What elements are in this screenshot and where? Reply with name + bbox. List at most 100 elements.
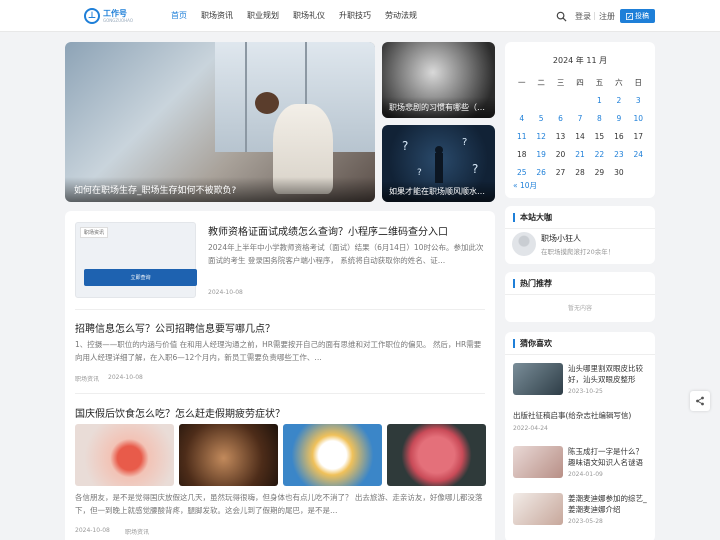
calendar-weekday: 一 bbox=[517, 78, 526, 87]
calendar-day[interactable]: 23 bbox=[609, 146, 628, 164]
nav-item-news[interactable]: 职场资讯 bbox=[194, 0, 240, 32]
calendar-empty-cell bbox=[629, 164, 648, 182]
guess-item-title[interactable]: 姜潮麦迪娜参加的综艺_姜潮麦迪娜介绍 bbox=[568, 493, 650, 515]
calendar-day[interactable]: 11 bbox=[512, 128, 531, 146]
search-icon[interactable] bbox=[556, 11, 567, 22]
article-2-date: 2024-10-08 bbox=[108, 374, 143, 381]
login-link[interactable]: 登录 bbox=[575, 11, 591, 22]
calendar-day[interactable]: 19 bbox=[531, 146, 550, 164]
slide-person-head bbox=[255, 92, 279, 114]
side-slide-2[interactable]: ? ? ? ? 如果才能在职场顺风顺水… bbox=[382, 125, 495, 202]
register-link[interactable]: 注册 bbox=[599, 11, 615, 22]
guess-item-thumbnail[interactable] bbox=[513, 493, 563, 525]
calendar-day: 29 bbox=[594, 168, 605, 177]
widget-divider bbox=[505, 354, 655, 355]
calendar-day[interactable]: 22 bbox=[590, 146, 609, 164]
nav-item-career-planning[interactable]: 职业规划 bbox=[240, 0, 286, 32]
guess-widget-title: 猜你喜欢 bbox=[513, 339, 552, 348]
calendar-day: 16 bbox=[614, 132, 624, 141]
admin-widget: 本站大咖 职场小狂人 在职场摸爬滚打20余年！ bbox=[505, 206, 655, 264]
svg-text:?: ? bbox=[472, 162, 478, 176]
article-3-image-4[interactable] bbox=[387, 424, 486, 486]
main-nav: 首页 职场资讯 职业规划 职场礼仪 升职技巧 劳动法规 bbox=[164, 0, 424, 32]
svg-text:?: ? bbox=[462, 137, 467, 148]
calendar-day: 18 bbox=[516, 150, 527, 159]
calendar-weekday: 二 bbox=[537, 78, 545, 87]
svg-text:?: ? bbox=[417, 168, 422, 178]
calendar-day: 28 bbox=[575, 168, 585, 177]
guess-item-title[interactable]: 出版社征稿启事(给杂志社编辑写信) bbox=[513, 410, 649, 421]
divider bbox=[75, 309, 485, 310]
calendar-weekday: 四 bbox=[576, 78, 584, 87]
guess-item[interactable]: 出版社征稿启事(给杂志社编辑写信) 2022-04-24 bbox=[513, 410, 649, 434]
calendar-day[interactable]: 8 bbox=[590, 110, 609, 128]
guess-item[interactable]: 陈玉成打一字是什么？趣味语文知识人名谜语 2024-01-09 bbox=[513, 446, 649, 482]
guess-item-thumbnail[interactable] bbox=[513, 446, 563, 478]
svg-text:?: ? bbox=[402, 139, 408, 153]
article-list: 职场资讯 立即查询 教师资格证面试成绩怎么查询？小程序二维码查分入口 2024年… bbox=[65, 211, 495, 540]
calendar-day[interactable]: 3 bbox=[629, 92, 648, 110]
hot-widget: 热门推荐 暂无内容 bbox=[505, 272, 655, 322]
calendar-day[interactable]: 2 bbox=[609, 92, 628, 110]
guess-item-date: 2022-04-24 bbox=[513, 425, 548, 432]
guess-item-date: 2024-01-09 bbox=[568, 471, 603, 478]
article-1-thumb-tag: 职场资讯 bbox=[80, 227, 109, 238]
article-3-date: 2024-10-08 bbox=[75, 527, 110, 534]
divider bbox=[75, 393, 485, 394]
site-logo[interactable]: ⊥ 工作号 GONGZUOHAO bbox=[84, 8, 133, 24]
calendar-empty-cell bbox=[551, 92, 570, 110]
side-slide-2-caption: 如果才能在职场顺风顺水… bbox=[382, 181, 495, 202]
article-1-title[interactable]: 教师资格证面试成绩怎么查询？小程序二维码查分入口 bbox=[208, 223, 448, 238]
guess-item-title[interactable]: 汕头哪里割双眼皮比较好，汕头双眼皮整形医… bbox=[568, 363, 650, 385]
logo-icon: ⊥ bbox=[84, 8, 100, 24]
calendar-day[interactable]: 9 bbox=[609, 110, 628, 128]
guess-item[interactable]: 姜潮麦迪娜参加的综艺_姜潮麦迪娜介绍 2023-05-28 bbox=[513, 493, 649, 529]
article-3-image-1[interactable] bbox=[75, 424, 174, 486]
calendar-day[interactable]: 1 bbox=[590, 92, 609, 110]
admin-name[interactable]: 职场小狂人 bbox=[541, 233, 581, 244]
calendar-grid: 一二三四五六日 1 2 3 4 5 6 7 8 9 10 11 12 13 14 15 16 17 18 19 20 21… bbox=[512, 74, 648, 182]
calendar-day: 30 bbox=[614, 168, 624, 177]
calendar-day[interactable]: 24 bbox=[629, 146, 648, 164]
article-3-category[interactable]: 职场资讯 bbox=[125, 527, 149, 536]
article-1-thumbnail[interactable]: 职场资讯 立即查询 bbox=[75, 222, 197, 298]
calendar-empty-cell bbox=[531, 92, 550, 110]
calendar-weekday: 六 bbox=[615, 78, 623, 87]
share-icon bbox=[696, 396, 704, 406]
guess-item-title[interactable]: 陈玉成打一字是什么？趣味语文知识人名谜语 bbox=[568, 446, 650, 468]
guess-item-date: 2023-05-28 bbox=[568, 518, 603, 525]
share-button[interactable] bbox=[690, 391, 710, 411]
calendar-empty-cell bbox=[512, 92, 531, 110]
calendar-day[interactable]: 12 bbox=[531, 128, 550, 146]
calendar-day[interactable]: 5 bbox=[531, 110, 550, 128]
calendar-prev-month[interactable]: « 10月 bbox=[513, 180, 537, 191]
post-button[interactable]: 投稿 bbox=[620, 9, 655, 23]
nav-item-labor-law[interactable]: 劳动法规 bbox=[378, 0, 424, 32]
admin-description: 在职场摸爬滚打20余年！ bbox=[541, 248, 615, 256]
article-1-excerpt: 2024年上半年中小学教师资格考试（面试）结果（6月14日）10时公布。参加此次… bbox=[208, 243, 484, 265]
calendar-day[interactable]: 7 bbox=[570, 110, 589, 128]
side-slide-1[interactable]: 职场悲剧的习惯有哪些（… bbox=[382, 42, 495, 118]
guess-item[interactable]: 汕头哪里割双眼皮比较好，汕头双眼皮整形医… 2023-10-25 bbox=[513, 363, 649, 399]
main-slide-caption: 如何在职场生存_职场生存如何不被欺负? bbox=[65, 177, 375, 202]
calendar-day: 15 bbox=[594, 132, 605, 141]
nav-item-promotion-tips[interactable]: 升职技巧 bbox=[332, 0, 378, 32]
calendar-day[interactable]: 21 bbox=[570, 146, 589, 164]
article-2-title[interactable]: 招聘信息怎么写？公司招聘信息要写哪几点？ bbox=[75, 320, 275, 335]
article-1-thumb-button: 立即查询 bbox=[84, 269, 197, 286]
nav-item-etiquette[interactable]: 职场礼仪 bbox=[286, 0, 332, 32]
article-3-image-2[interactable] bbox=[179, 424, 278, 486]
hot-widget-title: 热门推荐 bbox=[513, 279, 552, 288]
article-2-category[interactable]: 职场资讯 bbox=[75, 374, 99, 383]
calendar-day[interactable]: 4 bbox=[512, 110, 531, 128]
article-3-title[interactable]: 国庆假后饮食怎么吃？怎么赶走假期疲劳症状？ bbox=[75, 405, 285, 420]
avatar[interactable] bbox=[512, 232, 536, 256]
nav-item-home[interactable]: 首页 bbox=[164, 0, 194, 32]
calendar-day[interactable]: 6 bbox=[551, 110, 570, 128]
article-3-image-3[interactable] bbox=[283, 424, 382, 486]
calendar-day[interactable]: 10 bbox=[629, 110, 648, 128]
guess-item-thumbnail[interactable] bbox=[513, 363, 563, 395]
main-slide[interactable]: 如何在职场生存_职场生存如何不被欺负? bbox=[65, 42, 375, 202]
calendar-weekday: 日 bbox=[634, 78, 643, 87]
header: ⊥ 工作号 GONGZUOHAO 首页 职场资讯 职业规划 职场礼仪 升职技巧 … bbox=[0, 0, 720, 32]
